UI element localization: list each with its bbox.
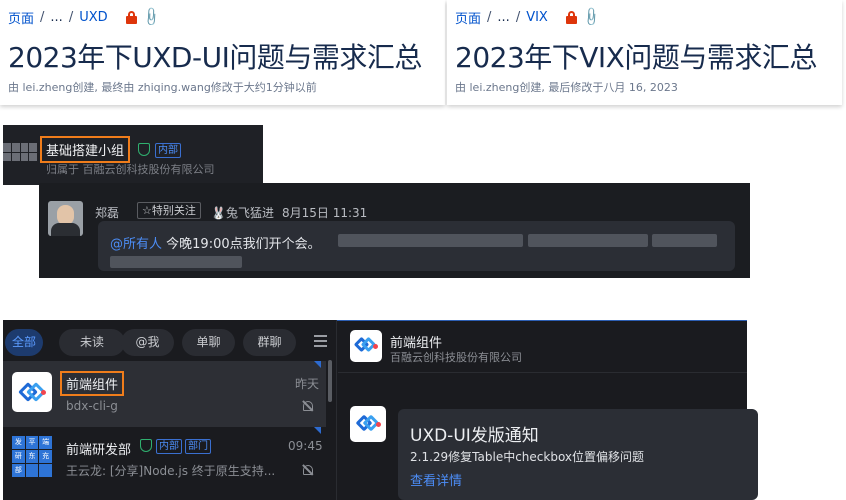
conversation-time: 昨天 xyxy=(295,377,320,391)
breadcrumb-space-link[interactable]: UXD xyxy=(79,10,107,25)
breadcrumb-separator: / xyxy=(40,10,45,25)
conversation-name: 前端组件 xyxy=(60,371,125,396)
page-meta: 由 lei.zheng创建, 最后修改于八月 16, 2023 xyxy=(455,81,678,94)
redacted-text xyxy=(338,234,523,247)
attachment-icon[interactable]: 📎 xyxy=(580,6,602,28)
breadcrumb-ellipsis[interactable]: ... xyxy=(50,10,62,25)
message-text: @所有人 今晚19:00点我们开个会。 xyxy=(110,233,321,252)
unlock-icon[interactable] xyxy=(565,11,577,24)
divider xyxy=(338,372,747,373)
breadcrumb-ellipsis[interactable]: ... xyxy=(497,10,509,25)
page-title: 2023年下VIX问题与需求汇总 xyxy=(455,41,817,74)
shield-icon xyxy=(140,439,152,452)
special-follow-badge: ☆特别关注 xyxy=(137,202,201,219)
redacted-text xyxy=(110,256,242,268)
conversation-preview: 王云龙: [分享]Node.js 终于原生支持... xyxy=(66,464,276,478)
breadcrumb-separator: / xyxy=(487,10,492,25)
department-avatar-icon: 发平端 研东充 部 xyxy=(12,436,52,477)
conversation-name: 前端研发部 xyxy=(66,443,132,458)
attachment-icon[interactable]: 📎 xyxy=(140,6,162,28)
redacted-text xyxy=(528,234,648,247)
menu-icon[interactable] xyxy=(314,335,327,347)
chat-header-logo-icon xyxy=(350,330,382,362)
confluence-page-header-vix: 页面 / ... / VIX 📎 2023年下VIX问题与需求汇总 由 lei.… xyxy=(447,0,842,105)
group-name[interactable]: 基础搭建小组 xyxy=(40,136,131,163)
page-title: 2023年下UXD-UI问题与需求汇总 xyxy=(8,41,422,74)
avatar[interactable] xyxy=(48,201,83,236)
message-body: 今晚19:00点我们开个会。 xyxy=(166,237,321,252)
filter-direct[interactable]: 单聊 xyxy=(182,329,235,356)
filter-mentions[interactable]: @我 xyxy=(121,329,174,356)
breadcrumb-pages-link[interactable]: 页面 xyxy=(8,8,34,27)
conversation-preview: bdx-cli-g xyxy=(66,399,118,413)
page-meta: 由 lei.zheng创建, 最终由 zhiqing.wang修改于大约1分钟以… xyxy=(8,81,317,94)
breadcrumb: 页面 / ... / UXD 📎 xyxy=(8,6,162,28)
mute-icon xyxy=(303,401,313,411)
view-details-link[interactable]: 查看详情 xyxy=(410,470,462,489)
mention-all[interactable]: @所有人 xyxy=(110,237,162,252)
conversation-time: 09:45 xyxy=(288,439,323,453)
breadcrumb: 页面 / ... / VIX 📎 xyxy=(455,6,602,28)
pin-corner-icon xyxy=(314,427,321,434)
card-title: UXD-UI发版通知 xyxy=(410,426,539,446)
app-logo-icon xyxy=(12,372,52,412)
pin-corner-icon xyxy=(314,361,321,368)
filter-groups[interactable]: 群聊 xyxy=(243,329,296,356)
sender-status: 🐰兔飞猛进 xyxy=(211,206,274,220)
shield-icon xyxy=(138,143,150,156)
group-org: 归属于 百融云创科技股份有限公司 xyxy=(46,163,215,176)
scrollbar[interactable] xyxy=(328,360,332,402)
breadcrumb-separator: / xyxy=(68,10,74,25)
filter-unread[interactable]: 未读 xyxy=(59,329,125,356)
internal-tag: 内部 xyxy=(155,143,181,158)
filter-all[interactable]: 全部 xyxy=(5,329,43,356)
message-time: 8月15日 11:31 xyxy=(282,206,368,220)
internal-tag: 内部 xyxy=(156,439,182,454)
unlock-icon[interactable] xyxy=(125,11,137,24)
department-tag: 部门 xyxy=(185,439,211,454)
confluence-page-header-uxd: 页面 / ... / UXD 📎 2023年下UXD-UI问题与需求汇总 由 l… xyxy=(0,0,445,105)
breadcrumb-separator: / xyxy=(515,10,521,25)
mute-icon xyxy=(303,465,313,475)
group-avatar[interactable] xyxy=(3,143,37,161)
breadcrumb-space-link[interactable]: VIX xyxy=(526,10,548,25)
sender-name[interactable]: 郑磊 xyxy=(95,204,119,221)
card-body: 2.1.29修复Table中checkbox位置偏移问题 xyxy=(410,450,645,464)
chat-header-org: 百融云创科技股份有限公司 xyxy=(390,351,522,364)
bot-avatar-icon[interactable] xyxy=(350,406,386,442)
redacted-text xyxy=(652,234,717,247)
breadcrumb-pages-link[interactable]: 页面 xyxy=(455,8,481,27)
